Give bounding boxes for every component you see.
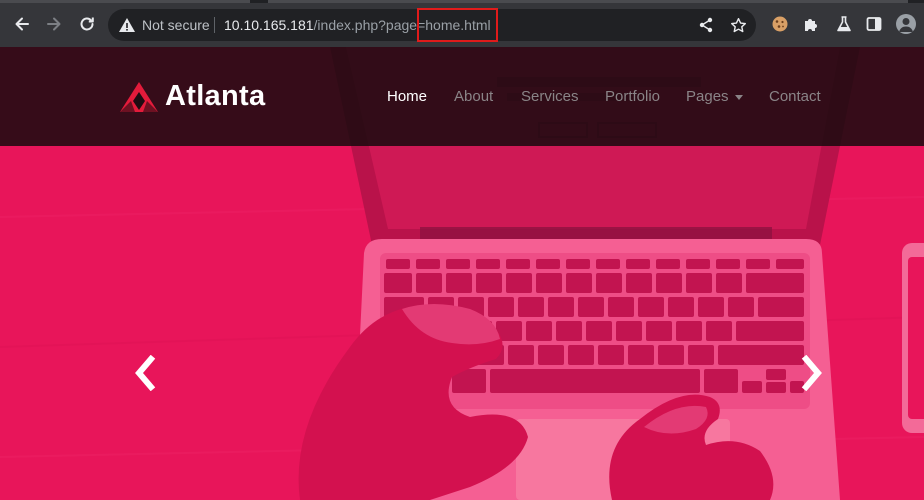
bookmark-star-icon[interactable] (728, 15, 748, 35)
extensions-icon[interactable] (801, 14, 821, 34)
carousel-prev-arrow-icon[interactable] (131, 354, 161, 392)
url-highlight-box (417, 8, 498, 42)
warning-icon[interactable] (118, 16, 136, 34)
nav-contact[interactable]: Contact (769, 88, 821, 105)
share-icon[interactable] (696, 15, 716, 35)
logo-text: Atlanta (165, 80, 266, 112)
carousel-next-arrow-icon[interactable] (796, 354, 826, 392)
side-panel-icon[interactable] (864, 14, 884, 34)
site-header: Atlanta Home About Services Portfolio Pa… (0, 47, 924, 146)
tab-strip (0, 0, 924, 3)
nav-home[interactable]: Home (387, 88, 427, 105)
atlanta-logo-icon (120, 81, 158, 112)
nav-services[interactable]: Services (521, 88, 579, 105)
browser-toolbar: Not secure 10.10.165.181/index.php?page=… (0, 0, 924, 47)
back-icon[interactable] (10, 12, 34, 36)
cookie-icon[interactable] (770, 14, 790, 34)
nav-portfolio[interactable]: Portfolio (605, 88, 660, 105)
nav-pages-label: Pages (686, 88, 729, 105)
security-status[interactable]: Not secure (142, 17, 210, 33)
web-page: Atlanta Home About Services Portfolio Pa… (0, 47, 924, 500)
forward-icon[interactable] (42, 12, 66, 36)
divider (214, 17, 215, 33)
nav-pages[interactable]: Pages (686, 88, 743, 105)
labs-icon[interactable] (834, 14, 854, 34)
reload-icon[interactable] (75, 12, 99, 36)
site-logo[interactable]: Atlanta (119, 80, 265, 113)
url-host: 10.10.165.181 (224, 17, 314, 33)
profile-icon[interactable] (896, 14, 916, 34)
nav-about[interactable]: About (454, 88, 493, 105)
chevron-down-icon (734, 94, 743, 100)
